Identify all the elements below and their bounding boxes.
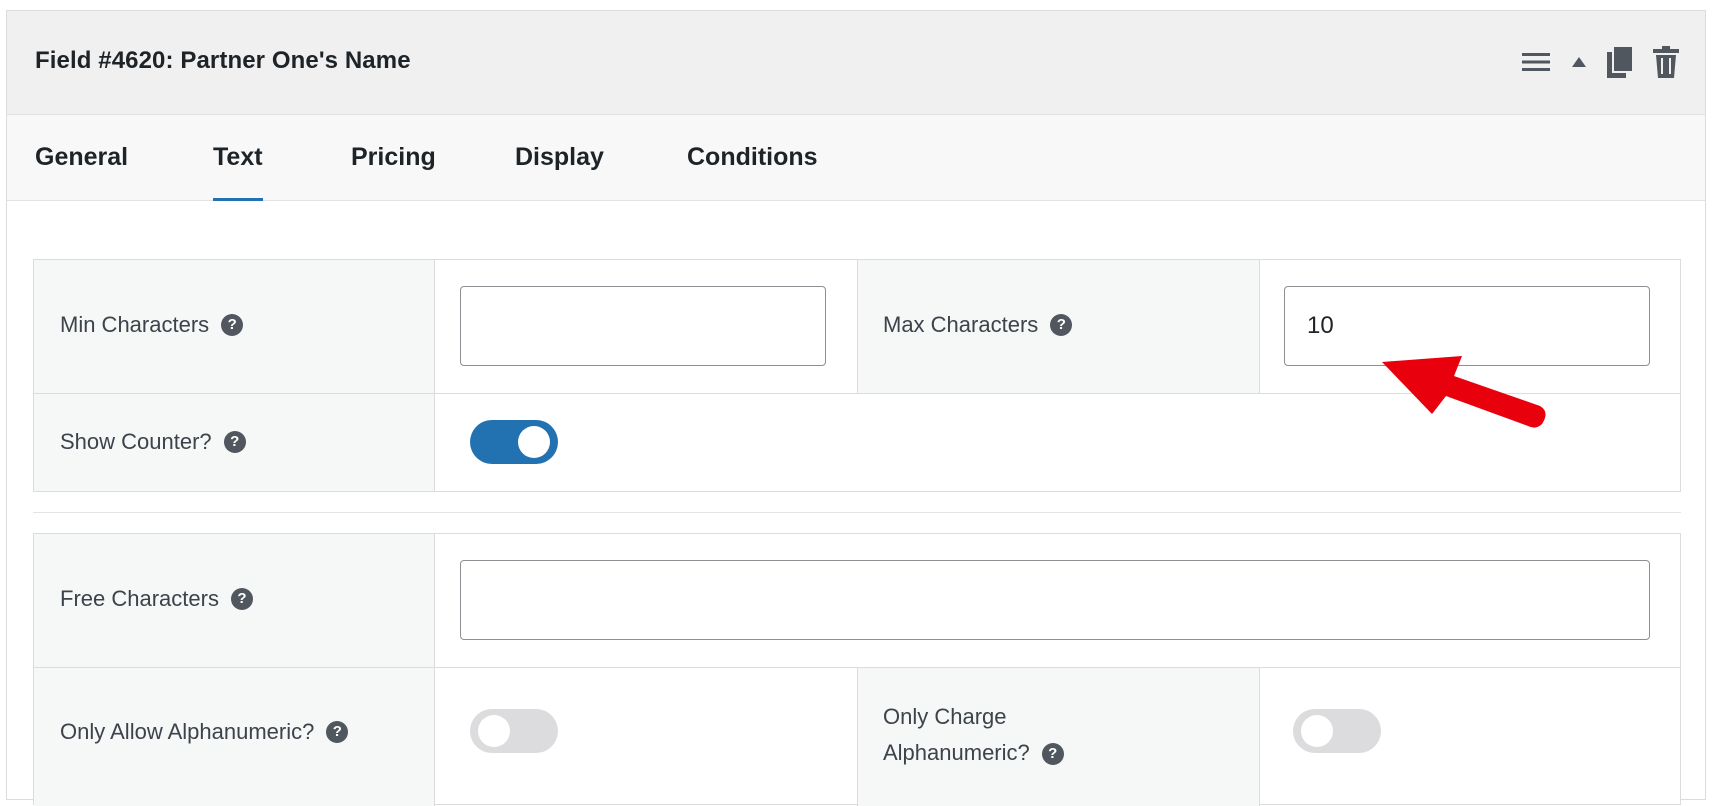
show-counter-label-cell: Show Counter? ? bbox=[34, 394, 434, 491]
menu-icon[interactable] bbox=[1521, 51, 1551, 78]
tab-pricing[interactable]: Pricing bbox=[351, 115, 436, 201]
only-allow-alphanumeric-label-cell: Only Allow Alphanumeric? ? bbox=[34, 667, 434, 806]
toggle-knob bbox=[478, 715, 510, 747]
help-icon[interactable]: ? bbox=[1050, 314, 1073, 336]
max-characters-label: Max Characters ? bbox=[883, 312, 1073, 338]
field-title: Field #4620: Partner One's Name bbox=[35, 47, 411, 74]
only-charge-alphanumeric-toggle[interactable] bbox=[1293, 709, 1381, 753]
toggle-knob bbox=[1301, 715, 1333, 747]
help-icon[interactable]: ? bbox=[1041, 743, 1064, 766]
duplicate-icon[interactable] bbox=[1607, 44, 1634, 83]
tab-bar: General Text Pricing Display Conditions bbox=[7, 115, 1705, 201]
only-allow-alphanumeric-label: Only Allow Alphanumeric? ? bbox=[60, 719, 349, 745]
section-separator bbox=[33, 512, 1681, 513]
free-characters-input[interactable] bbox=[460, 560, 1650, 640]
tab-general[interactable]: General bbox=[35, 115, 128, 201]
only-allow-alphanumeric-toggle[interactable] bbox=[470, 709, 558, 753]
help-icon[interactable]: ? bbox=[223, 431, 246, 453]
divider bbox=[857, 667, 858, 806]
tab-display[interactable]: Display bbox=[515, 115, 604, 201]
min-characters-input[interactable] bbox=[460, 286, 826, 366]
show-counter-label: Show Counter? ? bbox=[60, 429, 246, 455]
min-characters-label-cell: Min Characters ? bbox=[34, 260, 434, 394]
annotation-arrow-icon bbox=[1382, 356, 1546, 428]
free-characters-table: Free Characters ? Only Allow Alphanumeri… bbox=[33, 533, 1681, 806]
divider bbox=[857, 260, 858, 394]
header-actions bbox=[1521, 44, 1679, 83]
show-counter-toggle[interactable] bbox=[470, 420, 558, 464]
field-header[interactable]: Field #4620: Partner One's Name bbox=[7, 11, 1705, 115]
divider bbox=[1259, 260, 1260, 394]
help-icon[interactable]: ? bbox=[326, 721, 349, 743]
help-icon[interactable]: ? bbox=[221, 314, 244, 336]
divider bbox=[434, 260, 435, 491]
help-icon[interactable]: ? bbox=[230, 588, 253, 610]
toggle-knob bbox=[518, 426, 550, 458]
divider bbox=[434, 534, 435, 806]
min-characters-label: Min Characters ? bbox=[60, 312, 244, 338]
trash-icon[interactable] bbox=[1653, 45, 1679, 83]
max-characters-label-cell: Max Characters ? bbox=[857, 260, 1259, 394]
free-characters-label: Free Characters ? bbox=[60, 586, 253, 612]
tab-conditions[interactable]: Conditions bbox=[687, 115, 818, 201]
divider bbox=[34, 667, 1680, 668]
collapse-arrow-icon[interactable] bbox=[1571, 55, 1587, 74]
divider bbox=[1259, 667, 1260, 806]
only-charge-alphanumeric-label-cell: Only Charge Alphanumeric?? bbox=[857, 667, 1259, 806]
tab-text[interactable]: Text bbox=[213, 115, 263, 201]
free-characters-label-cell: Free Characters ? bbox=[34, 534, 434, 667]
only-charge-alphanumeric-label: Only Charge Alphanumeric?? bbox=[883, 699, 1064, 771]
